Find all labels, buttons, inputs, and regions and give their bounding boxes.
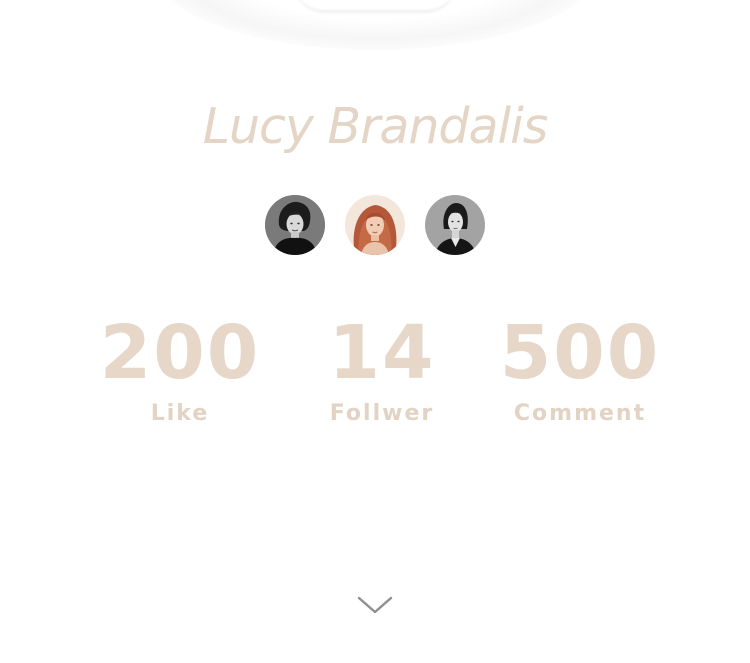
avatar[interactable]	[265, 195, 325, 255]
scroll-down-button[interactable]	[356, 591, 394, 617]
avatar[interactable]	[345, 195, 405, 255]
profile-name: Lucy Brandalis	[202, 98, 549, 155]
stat-label: Like	[150, 401, 210, 426]
stat-followers[interactable]: 14 Follwer	[272, 313, 492, 426]
stat-value: 200	[99, 310, 261, 396]
woman-dark-hair-bw-avatar-icon	[265, 195, 325, 255]
profile-stats: 200 Like 14 Follwer 500 Comment	[0, 313, 750, 443]
stat-label: Follwer	[329, 401, 435, 426]
profile-photo-edge	[292, 0, 458, 13]
follower-avatars	[0, 195, 750, 255]
avatar[interactable]	[425, 195, 485, 255]
stat-likes[interactable]: 200 Like	[70, 313, 290, 426]
stat-comments[interactable]: 500 Comment	[470, 313, 690, 426]
woman-red-hair-avatar-icon	[345, 195, 405, 255]
stat-value: 14	[328, 310, 436, 396]
woman-dark-hair-grey-avatar-icon	[425, 195, 485, 255]
chevron-down-icon	[357, 596, 393, 614]
stat-label: Comment	[513, 401, 647, 426]
stat-value: 500	[499, 310, 661, 396]
